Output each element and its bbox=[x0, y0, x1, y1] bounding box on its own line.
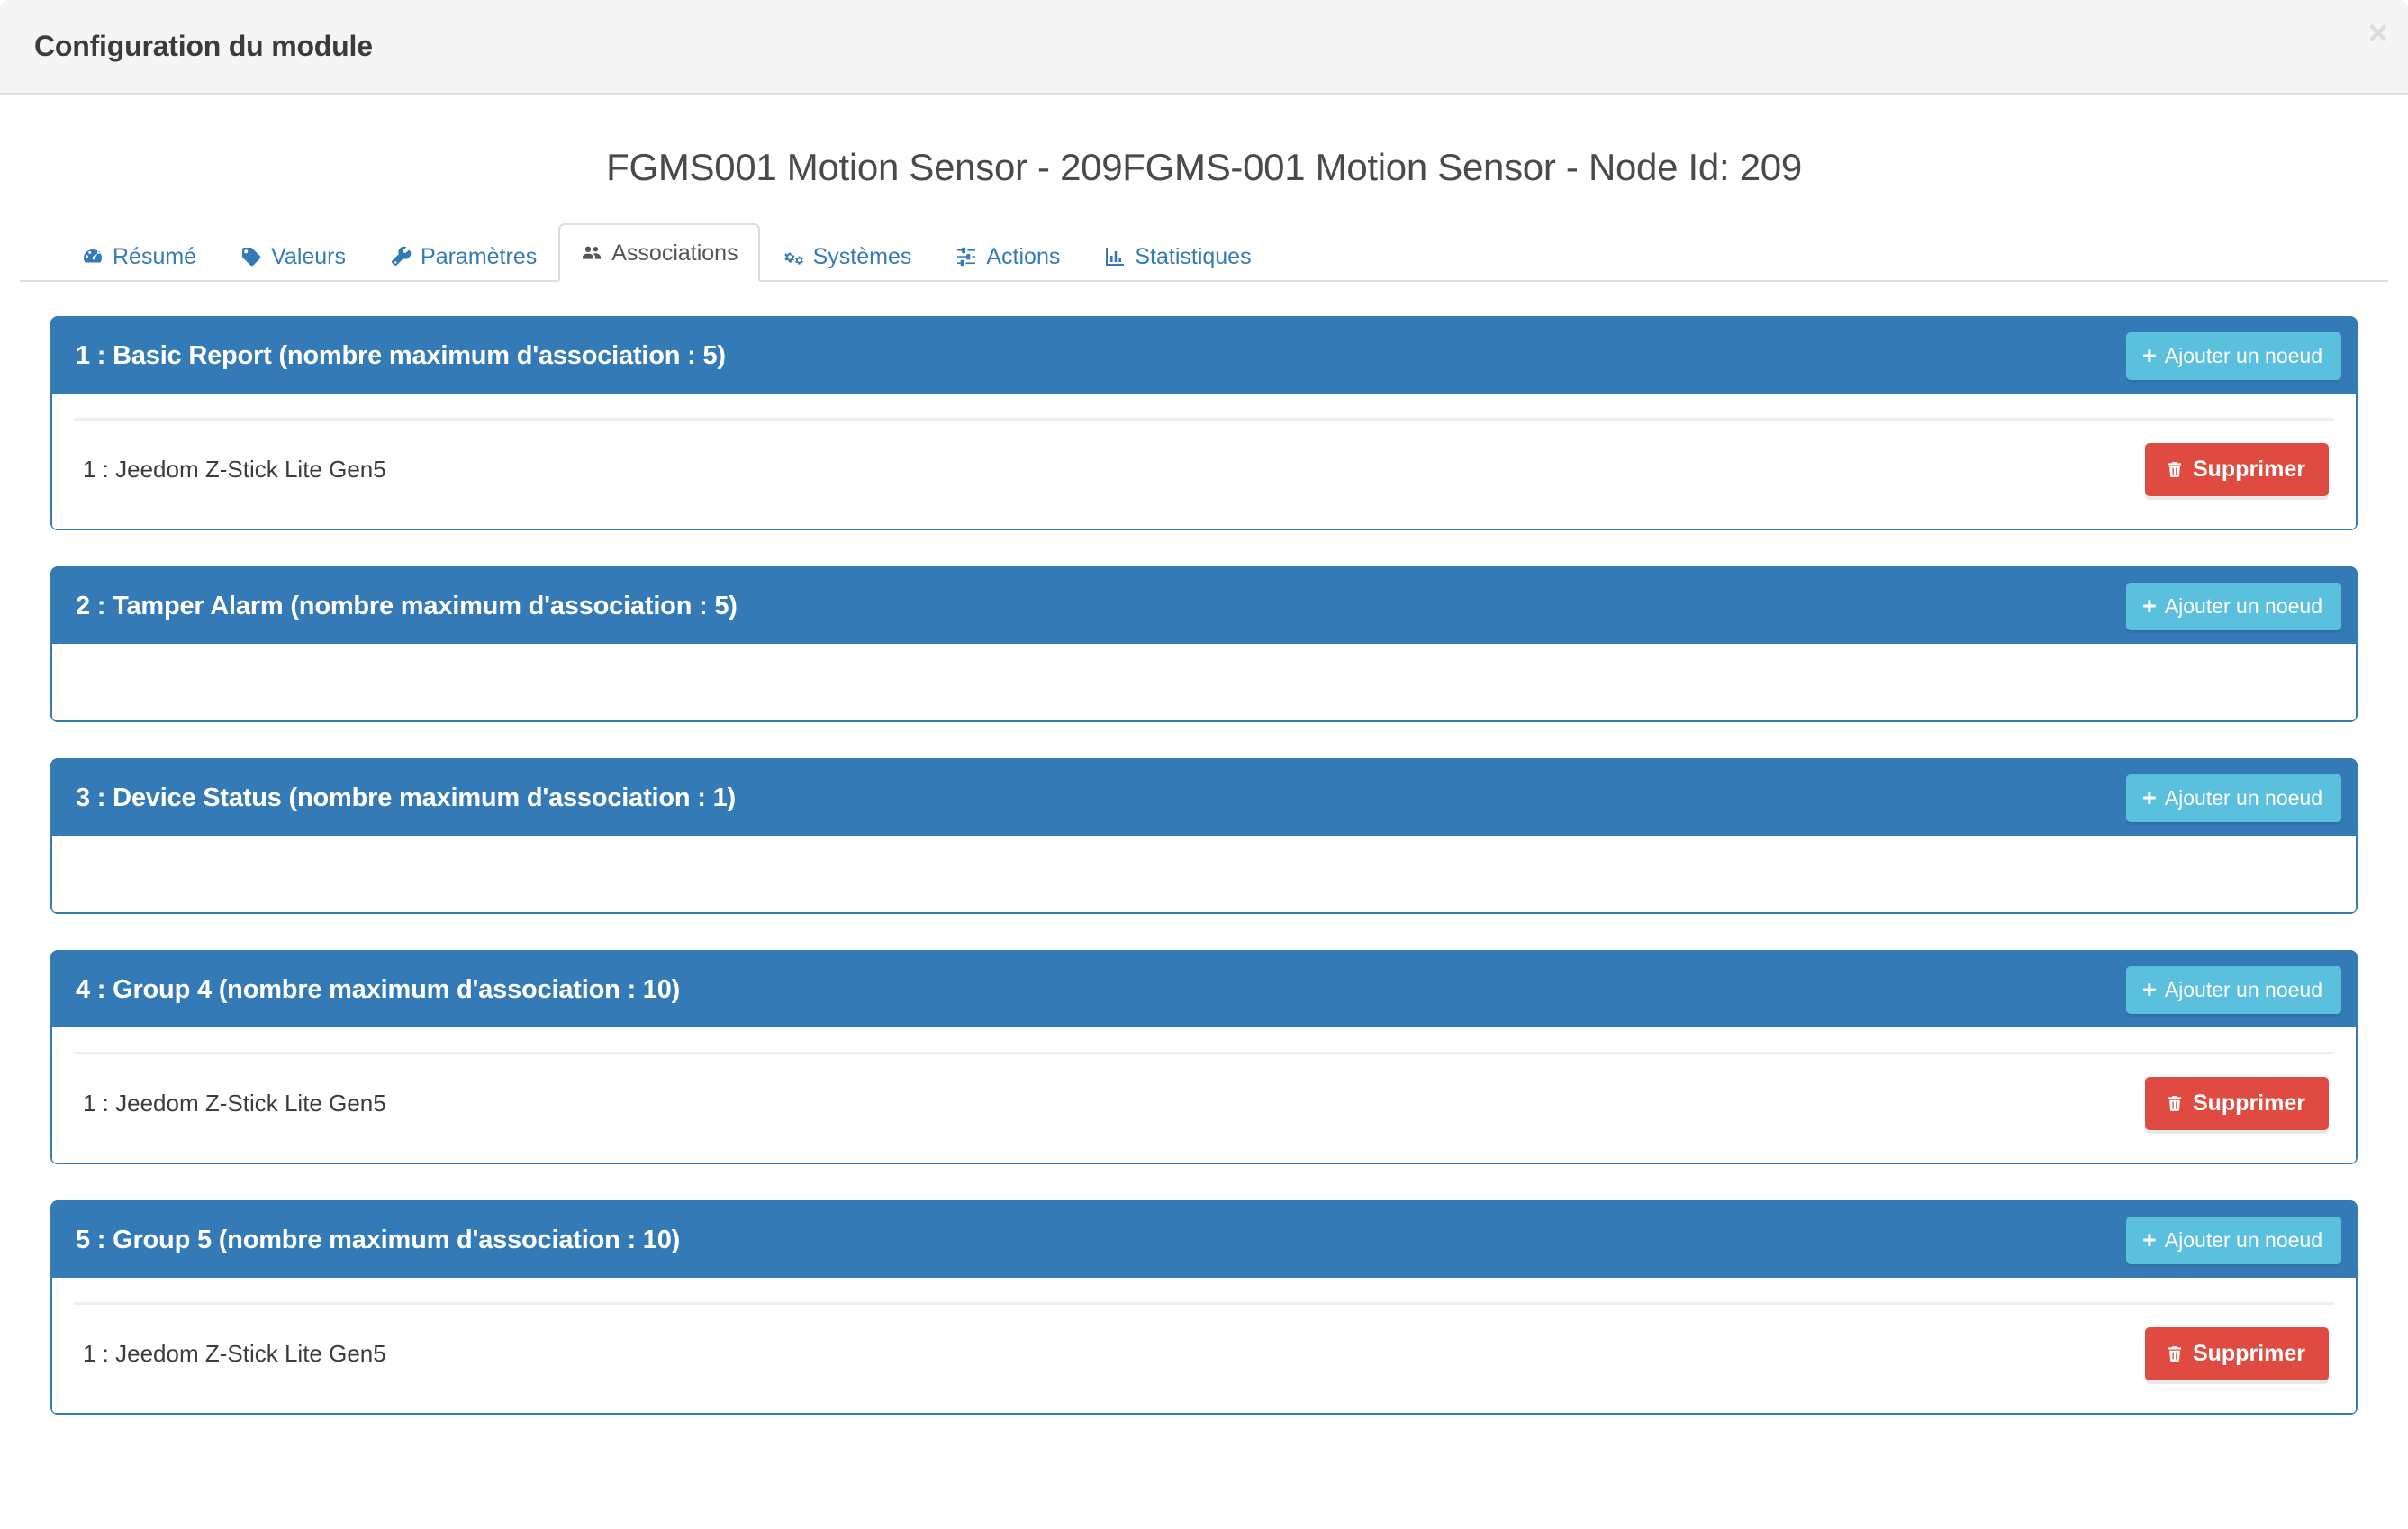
add-node-button[interactable]: + Ajouter un noeud bbox=[2126, 1216, 2341, 1264]
tab-label: Valeurs bbox=[271, 243, 347, 269]
tab-parametres[interactable]: Paramètres bbox=[367, 231, 558, 283]
add-node-label: Ajouter un noeud bbox=[2164, 343, 2322, 367]
tab-systemes[interactable]: Systèmes bbox=[760, 231, 934, 283]
wrench-icon bbox=[389, 245, 412, 268]
panel-heading-title: 3 : Device Status (nombre maximum d'asso… bbox=[76, 783, 736, 812]
delete-association-button[interactable]: Supprimer bbox=[2144, 442, 2329, 496]
association-node-label: 1 : Jeedom Z-Stick Lite Gen5 bbox=[83, 455, 386, 483]
association-node-row: 1 : Jeedom Z-Stick Lite Gen5 Supprimer bbox=[70, 1054, 2338, 1132]
close-icon[interactable]: × bbox=[2368, 16, 2388, 50]
panel-body: 1 : Jeedom Z-Stick Lite Gen5 Supprimer bbox=[52, 1302, 2356, 1413]
plus-icon: + bbox=[2142, 1226, 2157, 1254]
association-node-list: 1 : Jeedom Z-Stick Lite Gen5 Supprimer bbox=[52, 1052, 2356, 1163]
tab-label: Systèmes bbox=[812, 243, 912, 269]
plus-icon: + bbox=[2142, 593, 2157, 620]
association-panels: 1 : Basic Report (nombre maximum d'assoc… bbox=[20, 316, 2388, 1415]
add-node-label: Ajouter un noeud bbox=[2164, 593, 2322, 618]
tab-associations[interactable]: Associations bbox=[558, 222, 760, 282]
panel-body: 1 : Jeedom Z-Stick Lite Gen5 Supprimer bbox=[52, 1052, 2356, 1163]
add-node-label: Ajouter un noeud bbox=[2164, 785, 2322, 810]
add-node-label: Ajouter un noeud bbox=[2164, 977, 2322, 1001]
page-title: FGMS001 Motion Sensor - 209FGMS-001 Moti… bbox=[606, 146, 1802, 188]
add-node-button[interactable]: + Ajouter un noeud bbox=[2126, 774, 2341, 822]
add-node-label: Ajouter un noeud bbox=[2164, 1227, 2322, 1252]
tab-resume[interactable]: Résumé bbox=[59, 231, 218, 283]
association-group-panel: 5 : Group 5 (nombre maximum d'associatio… bbox=[50, 1200, 2358, 1415]
tag-icon bbox=[240, 245, 263, 268]
plus-icon: + bbox=[2142, 784, 2157, 812]
sliders-icon bbox=[955, 245, 978, 268]
tab-label: Associations bbox=[611, 240, 738, 266]
panel-heading-title: 5 : Group 5 (nombre maximum d'associatio… bbox=[76, 1225, 681, 1254]
association-group-panel: 4 : Group 4 (nombre maximum d'associatio… bbox=[50, 950, 2358, 1164]
association-node-row: 1 : Jeedom Z-Stick Lite Gen5 Supprimer bbox=[70, 1305, 2338, 1382]
panel-body bbox=[52, 644, 2356, 720]
association-node-list: 1 : Jeedom Z-Stick Lite Gen5 Supprimer bbox=[52, 1302, 2356, 1413]
panel-heading: 5 : Group 5 (nombre maximum d'associatio… bbox=[52, 1202, 2356, 1278]
plus-icon: + bbox=[2142, 976, 2157, 1004]
association-group-panel: 3 : Device Status (nombre maximum d'asso… bbox=[50, 758, 2358, 914]
tab-statistiques[interactable]: Statistiques bbox=[1082, 231, 1272, 283]
association-group-panel: 1 : Basic Report (nombre maximum d'assoc… bbox=[50, 316, 2358, 530]
tab-valeurs[interactable]: Valeurs bbox=[218, 231, 367, 283]
delete-association-button[interactable]: Supprimer bbox=[2144, 1076, 2329, 1130]
tachometer-icon bbox=[81, 245, 104, 268]
delete-label: Supprimer bbox=[2192, 1340, 2305, 1366]
panel-heading-title: 4 : Group 4 (nombre maximum d'associatio… bbox=[76, 974, 681, 1004]
panel-heading-title: 2 : Tamper Alarm (nombre maximum d'assoc… bbox=[76, 591, 738, 620]
delete-association-button[interactable]: Supprimer bbox=[2144, 1326, 2329, 1380]
tab-label: Statistiques bbox=[1135, 243, 1252, 269]
tab-actions[interactable]: Actions bbox=[933, 231, 1082, 283]
tab-label: Résumé bbox=[113, 243, 197, 269]
tab-label: Paramètres bbox=[421, 243, 538, 269]
panel-heading: 4 : Group 4 (nombre maximum d'associatio… bbox=[52, 952, 2356, 1027]
modal-title: Configuration du module bbox=[34, 30, 373, 62]
modal-body: FGMS001 Motion Sensor - 209FGMS-001 Moti… bbox=[0, 146, 2408, 1415]
panel-heading: 2 : Tamper Alarm (nombre maximum d'assoc… bbox=[52, 568, 2356, 644]
delete-label: Supprimer bbox=[2192, 1090, 2305, 1116]
association-group-panel: 2 : Tamper Alarm (nombre maximum d'assoc… bbox=[50, 566, 2358, 722]
add-node-button[interactable]: + Ajouter un noeud bbox=[2126, 965, 2341, 1014]
bar-chart-icon bbox=[1103, 245, 1127, 268]
trash-icon bbox=[2165, 458, 2185, 481]
tab-label: Actions bbox=[986, 243, 1061, 269]
panel-body bbox=[52, 836, 2356, 912]
add-node-button[interactable]: + Ajouter un noeud bbox=[2126, 582, 2341, 630]
association-node-row: 1 : Jeedom Z-Stick Lite Gen5 Supprimer bbox=[70, 421, 2338, 498]
users-icon bbox=[580, 241, 603, 265]
add-node-button[interactable]: + Ajouter un noeud bbox=[2126, 331, 2341, 380]
trash-icon bbox=[2165, 1092, 2185, 1115]
modal-header: Configuration du module × bbox=[0, 0, 2408, 95]
association-node-list: 1 : Jeedom Z-Stick Lite Gen5 Supprimer bbox=[52, 418, 2356, 529]
cogs-icon bbox=[782, 245, 805, 268]
panel-heading-title: 1 : Basic Report (nombre maximum d'assoc… bbox=[76, 340, 726, 370]
association-node-label: 1 : Jeedom Z-Stick Lite Gen5 bbox=[83, 1089, 386, 1117]
panel-body: 1 : Jeedom Z-Stick Lite Gen5 Supprimer bbox=[52, 418, 2356, 529]
panel-heading: 3 : Device Status (nombre maximum d'asso… bbox=[52, 760, 2356, 836]
trash-icon bbox=[2165, 1343, 2185, 1365]
plus-icon: + bbox=[2142, 342, 2157, 370]
association-node-label: 1 : Jeedom Z-Stick Lite Gen5 bbox=[83, 1339, 386, 1367]
panel-heading: 1 : Basic Report (nombre maximum d'assoc… bbox=[52, 318, 2356, 394]
tab-bar: Résumé Valeurs Paramètres Associations Systè… bbox=[20, 222, 2388, 283]
delete-label: Supprimer bbox=[2192, 456, 2305, 482]
